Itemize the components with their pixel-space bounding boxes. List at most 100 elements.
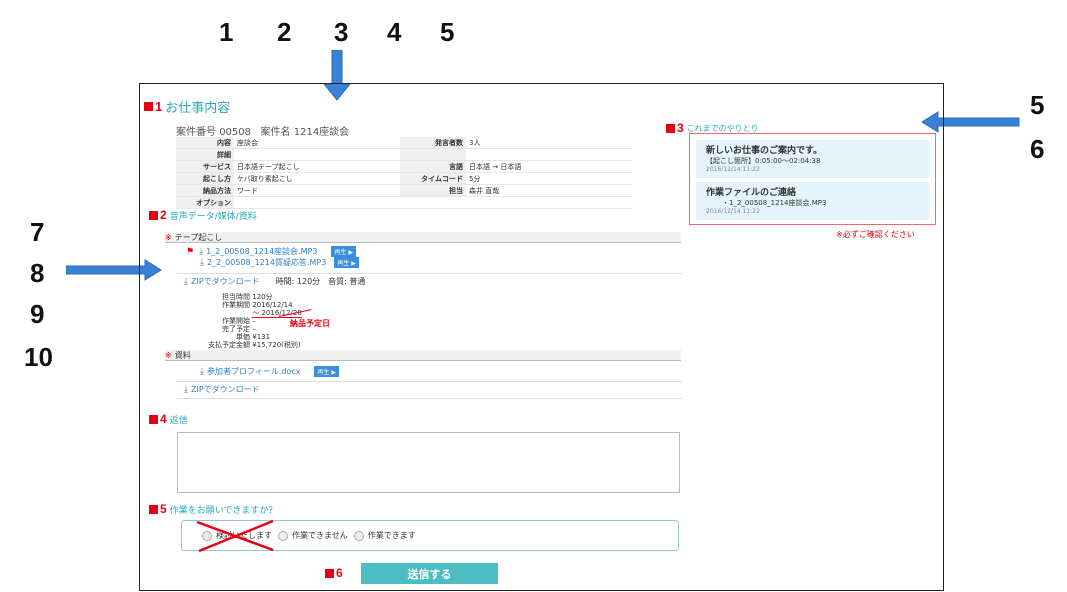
- section-4-number: 4: [160, 412, 167, 426]
- info-key-shosai: 詳細: [176, 148, 234, 161]
- info-key-nohin: 納品方法: [176, 184, 234, 197]
- shiryo-zip-row: ⤓ ZIPでダウンロード: [184, 384, 260, 395]
- section-6-number: 6: [336, 566, 343, 580]
- confirm-note: ※必ずご確認ください: [836, 230, 915, 239]
- section-2-number: 2: [160, 208, 167, 222]
- red-square-icon: [149, 210, 158, 220]
- annotation-number-10: 10: [24, 342, 53, 372]
- file-link-2[interactable]: 2_2_00508_1214質疑応答.MP3: [207, 257, 326, 268]
- detail-key-finish: 完了予定: [222, 325, 250, 333]
- section-5-number: 5: [160, 502, 167, 516]
- info-key-lang: 言語: [400, 160, 466, 173]
- annotation-number-1: 1: [219, 17, 234, 47]
- info-value-nohin: ワード: [234, 184, 400, 197]
- file-link-1[interactable]: 1_2_00508_1214座談会.MP3: [206, 246, 317, 257]
- section-4-title: 返信: [169, 415, 188, 426]
- divider: [176, 273, 682, 274]
- annotation-number-5: 5: [440, 17, 455, 47]
- red-square-icon: [149, 414, 158, 424]
- message-body: ・1_2_00508_1214座談会.MP3: [722, 199, 827, 207]
- radio-option-3[interactable]: [353, 530, 364, 541]
- messages-box: 新しいお仕事のご案内です。 【起こし箇所】0:05:00〜02:04:38 20…: [689, 133, 936, 225]
- red-cross-mark-icon: [196, 519, 274, 553]
- file-row-1: ⚑ ⤓ 1_2_00508_1214座談会.MP3 再生 ▶: [186, 246, 356, 257]
- detail-value-total: ¥15,720(税別): [252, 341, 301, 349]
- annotation-number-2: 2: [277, 17, 292, 47]
- shiryo-label: 資料: [174, 350, 191, 360]
- info-key-timecode: タイムコード: [400, 172, 466, 185]
- message-item-2[interactable]: 作業ファイルのご連絡 ・1_2_00508_1214座談会.MP3 2016/1…: [696, 182, 929, 220]
- message-item-1[interactable]: 新しいお仕事のご案内です。 【起こし箇所】0:05:00〜02:04:38 20…: [696, 140, 929, 178]
- shiryo-file-link[interactable]: 参加者プロフィール.docx: [207, 366, 301, 377]
- tape-label: テープ起こし: [174, 232, 223, 242]
- job-info-table: 内容 座談会 発言者数 3人 詳細 サービス 日本語テープ起こし 言語 日本語 → 日本…: [176, 137, 632, 209]
- shiryo-file-row: ⤓ 参加者プロフィール.docx 再生 ▶: [200, 366, 340, 377]
- detail-value-start: –: [252, 317, 256, 325]
- section-6-header: 6: [325, 566, 346, 580]
- download-icon: ⤓: [184, 276, 188, 287]
- info-key-naiyo: 内容: [176, 137, 234, 149]
- reply-textarea[interactable]: [177, 432, 680, 493]
- detail-key-tanka: 単価: [236, 333, 250, 341]
- play-button-3[interactable]: 再生 ▶: [314, 366, 340, 377]
- info-key-option: オプション: [176, 196, 234, 209]
- info-value-okoshi: ケバ取り素起こし: [234, 172, 400, 185]
- annotation-number-4: 4: [387, 17, 402, 47]
- download-icon: ⤓: [200, 366, 204, 377]
- kome-mark: ※: [165, 350, 172, 360]
- play-button-2[interactable]: 再生 ▶: [334, 257, 359, 268]
- red-square-icon: [666, 123, 675, 133]
- zip-row: ⤓ ZIPでダウンロード 時間: 120分 音質: 普通: [184, 276, 365, 287]
- play-button-1[interactable]: 再生 ▶: [331, 246, 356, 257]
- info-key-tanto: 担当: [400, 184, 466, 197]
- message-title: 作業ファイルのご連絡: [706, 188, 797, 198]
- divider: [176, 398, 682, 399]
- section-3-title: これまでのやりとり: [686, 123, 759, 133]
- radio-label-3: 作業できます: [367, 531, 416, 540]
- submit-button[interactable]: 送信する: [361, 563, 498, 584]
- section-5-header: 5 作業をお願いできますか？: [149, 502, 277, 516]
- info-key-okoshi: 起こし方: [176, 172, 234, 185]
- file-row-2: ⤓ 2_2_00508_1214質疑応答.MP3 再生 ▶: [200, 257, 359, 268]
- section-1-title: お仕事内容: [165, 101, 231, 116]
- detail-key-tanto-time: 担当時間: [222, 293, 250, 301]
- message-body: 【起こし箇所】0:05:00〜02:04:38: [706, 157, 821, 165]
- case-line: 案件番号 00508 案件名 1214座談会: [176, 123, 349, 138]
- section-1-header: 1 お仕事内容: [144, 97, 230, 116]
- flag-icon: ⚑: [186, 246, 195, 257]
- tape-subheader: ※ テープ起こし: [165, 232, 681, 243]
- detail-key-start: 作業開始: [222, 317, 250, 325]
- info-key-service: サービス: [176, 160, 234, 173]
- red-square-icon: [144, 102, 153, 111]
- audio-quality: 音質: 普通: [328, 277, 366, 286]
- annotation-number-9: 9: [30, 299, 45, 329]
- delivery-note: 納品予定日: [290, 319, 330, 328]
- message-date: 2016/12/14 11:22: [706, 208, 760, 215]
- annotation-number-8: 8: [30, 258, 45, 288]
- zip-download-link[interactable]: ZIPでダウンロード: [191, 276, 260, 287]
- download-icon: ⤓: [184, 384, 188, 395]
- detail-value-tanto-time: 120分: [252, 293, 273, 301]
- radio-option-2[interactable]: [278, 530, 288, 541]
- annotation-number-3: 3: [334, 17, 349, 47]
- detail-key-work: 作業期間: [222, 301, 250, 309]
- info-value-lang: 日本語 → 日本語: [466, 160, 632, 173]
- section-2-header: 2 音声データ/媒体/資料: [149, 208, 257, 222]
- red-square-icon: [149, 504, 158, 514]
- section-4-header: 4 返信: [149, 412, 188, 426]
- shiryo-zip-link[interactable]: ZIPでダウンロード: [191, 384, 260, 395]
- download-icon: ⤓: [200, 257, 204, 268]
- annotation-number-5-right: 5: [1030, 90, 1045, 120]
- detail-value-finish: –: [252, 325, 256, 333]
- radio-label-2: 作業できません: [292, 531, 348, 540]
- section-5-title: 作業をお願いできますか？: [169, 505, 278, 516]
- annotation-number-7: 7: [30, 217, 45, 247]
- section-3-number: 3: [677, 121, 684, 135]
- info-value-timecode: 5分: [466, 172, 632, 185]
- section-1-number: 1: [155, 99, 163, 114]
- info-value-naiyo: 座談会: [234, 137, 400, 149]
- download-icon: ⤓: [199, 246, 204, 257]
- message-title: 新しいお仕事のご案内です。: [706, 146, 823, 156]
- audio-time: 時間: 120分: [275, 277, 321, 286]
- info-key-speakers: 発言者数: [400, 137, 466, 149]
